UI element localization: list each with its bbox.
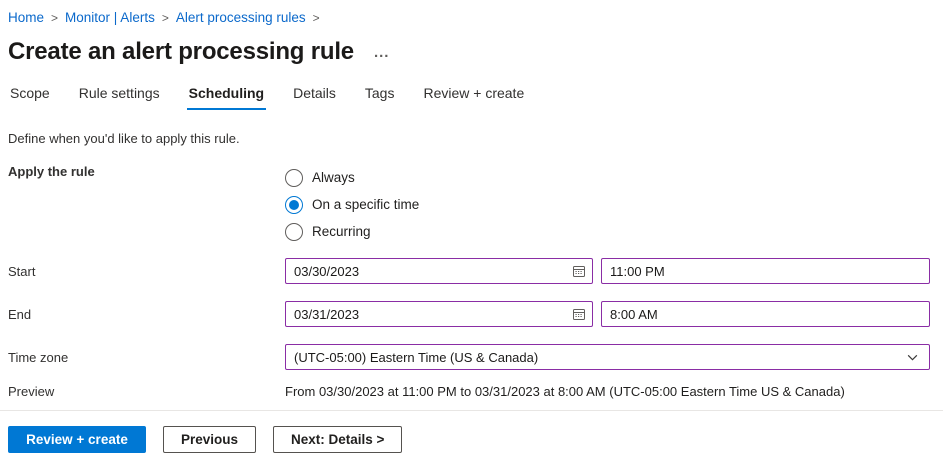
breadcrumb-alert-processing-rules[interactable]: Alert processing rules (176, 10, 306, 25)
radio-circle-icon (285, 169, 303, 187)
start-date-field[interactable] (285, 258, 593, 284)
tab-tags[interactable]: Tags (363, 81, 397, 110)
radio-recurring[interactable]: Recurring (285, 218, 419, 245)
tab-scheduling[interactable]: Scheduling (187, 81, 266, 110)
tab-rule-settings[interactable]: Rule settings (77, 81, 162, 110)
radio-circle-icon (285, 223, 303, 241)
more-options-icon[interactable]: ... (374, 44, 390, 61)
tab-scope[interactable]: Scope (8, 81, 52, 110)
apply-rule-radio-group: Always On a specific time Recurring (285, 164, 419, 245)
tab-review-create[interactable]: Review + create (421, 81, 526, 110)
apply-rule-label: Apply the rule (8, 164, 285, 179)
end-date-field[interactable] (285, 301, 593, 327)
calendar-icon[interactable] (566, 264, 586, 278)
radio-on-a-specific-time-label: On a specific time (312, 197, 419, 212)
end-time-field[interactable] (601, 301, 930, 327)
timezone-row: Time zone (UTC-05:00) Eastern Time (US &… (8, 344, 930, 370)
start-time-input[interactable] (610, 264, 921, 279)
tab-bar: Scope Rule settings Scheduling Details T… (8, 81, 930, 111)
breadcrumb-home[interactable]: Home (8, 10, 44, 25)
tab-details[interactable]: Details (291, 81, 338, 110)
timezone-select[interactable]: (UTC-05:00) Eastern Time (US & Canada) (285, 344, 930, 370)
chevron-down-icon (906, 351, 919, 364)
footer-bar: Review + create Previous Next: Details > (0, 410, 943, 453)
breadcrumb-separator: > (162, 11, 169, 25)
end-date-input[interactable] (294, 307, 566, 322)
apply-rule-row: Apply the rule Always On a specific time… (8, 164, 930, 245)
end-label: End (8, 307, 285, 322)
breadcrumb-separator: > (51, 11, 58, 25)
preview-text: From 03/30/2023 at 11:00 PM to 03/31/202… (285, 384, 845, 399)
start-time-field[interactable] (601, 258, 930, 284)
previous-button[interactable]: Previous (163, 426, 256, 453)
page-title: Create an alert processing rule (8, 38, 354, 66)
radio-always[interactable]: Always (285, 164, 419, 191)
scheduling-description: Define when you'd like to apply this rul… (8, 131, 930, 146)
calendar-icon[interactable] (566, 307, 586, 321)
preview-row: Preview From 03/30/2023 at 11:00 PM to 0… (8, 384, 930, 399)
start-label: Start (8, 264, 285, 279)
next-details-button[interactable]: Next: Details > (273, 426, 402, 453)
breadcrumb-monitor-alerts[interactable]: Monitor | Alerts (65, 10, 155, 25)
start-date-input[interactable] (294, 264, 566, 279)
review-create-button[interactable]: Review + create (8, 426, 146, 453)
radio-always-label: Always (312, 170, 355, 185)
timezone-selected-value: (UTC-05:00) Eastern Time (US & Canada) (294, 350, 538, 365)
radio-recurring-label: Recurring (312, 224, 371, 239)
radio-on-a-specific-time[interactable]: On a specific time (285, 191, 419, 218)
preview-label: Preview (8, 384, 285, 399)
end-time-input[interactable] (610, 307, 921, 322)
end-row: End (8, 301, 930, 327)
start-row: Start (8, 258, 930, 284)
timezone-label: Time zone (8, 350, 285, 365)
breadcrumb-separator: > (313, 11, 320, 25)
radio-circle-icon (285, 196, 303, 214)
breadcrumb: Home > Monitor | Alerts > Alert processi… (8, 10, 930, 25)
